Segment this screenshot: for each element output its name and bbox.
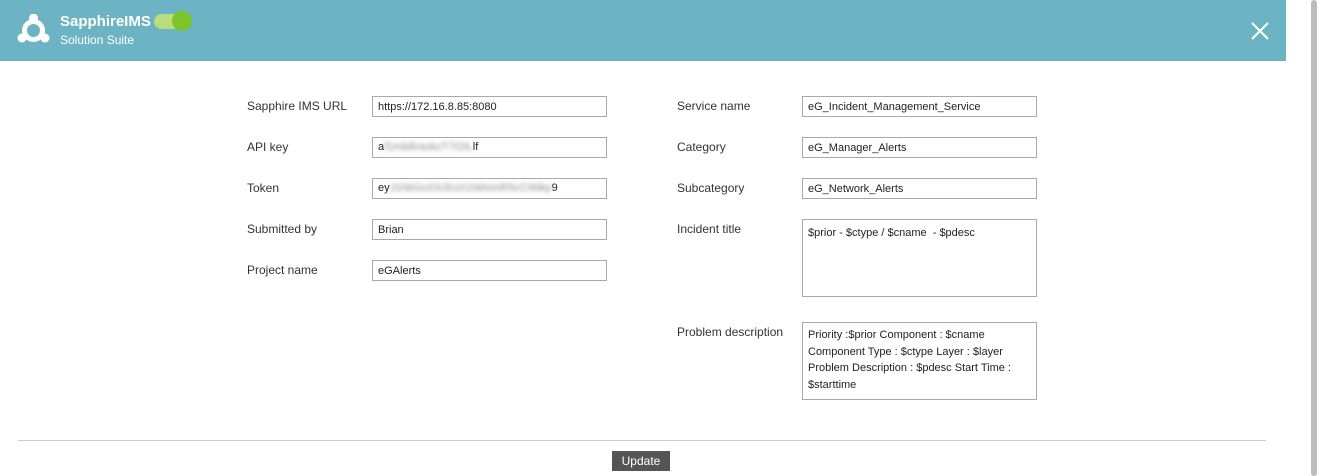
token-prefix: ey: [378, 182, 390, 194]
token-masked: J1hbGciOiJIUzI1NiIsInR5cCI6Ikp: [389, 182, 552, 194]
category-label: Category: [677, 140, 726, 154]
api-key-masked: f1mb8raukzT7I2IL: [384, 141, 473, 153]
sapphire-url-input[interactable]: [372, 96, 607, 117]
scrollbar-thumb[interactable]: [1311, 0, 1317, 476]
incident-title-label: Incident title: [677, 222, 742, 236]
footer-divider: [18, 440, 1266, 441]
project-name-input[interactable]: [372, 260, 607, 281]
subcategory-label: Subcategory: [677, 181, 745, 195]
toggle-knob[interactable]: [172, 11, 192, 31]
problem-description-textarea[interactable]: Priority :$prior Component : $cname Comp…: [802, 322, 1037, 400]
subcategory-input[interactable]: [802, 178, 1037, 199]
service-name-input[interactable]: [802, 96, 1037, 117]
app-subtitle: Solution Suite: [60, 33, 135, 47]
token-input[interactable]: ey J1hbGciOiJIUzI1NiIsInR5cCI6Ikp 9: [372, 178, 607, 199]
problem-description-label: Problem description: [677, 325, 784, 339]
category-input[interactable]: [802, 137, 1037, 158]
enable-toggle[interactable]: [154, 11, 192, 31]
incident-title-textarea[interactable]: $prior - $ctype / $cname - $pdesc: [802, 219, 1037, 297]
dialog: SapphireIMS Solution Suite Sapphire IMS …: [0, 0, 1287, 476]
api-key-suffix: lf: [472, 141, 479, 153]
submitted-by-label: Submitted by: [247, 222, 318, 236]
api-key-label: API key: [247, 140, 289, 154]
close-icon[interactable]: [1249, 20, 1271, 42]
sapphire-logo-icon: [17, 14, 50, 43]
token-suffix: 9: [551, 182, 558, 194]
app-title: SapphireIMS: [60, 13, 151, 30]
token-label: Token: [247, 181, 280, 195]
submitted-by-input[interactable]: [372, 219, 607, 240]
api-key-input[interactable]: a f1mb8raukzT7I2IL lf: [372, 137, 607, 158]
project-name-label: Project name: [247, 263, 318, 277]
sapphire-url-label: Sapphire IMS URL: [247, 99, 348, 113]
service-name-label: Service name: [677, 99, 751, 113]
dialog-header: SapphireIMS Solution Suite: [0, 0, 1286, 61]
update-button[interactable]: Update: [612, 451, 670, 471]
